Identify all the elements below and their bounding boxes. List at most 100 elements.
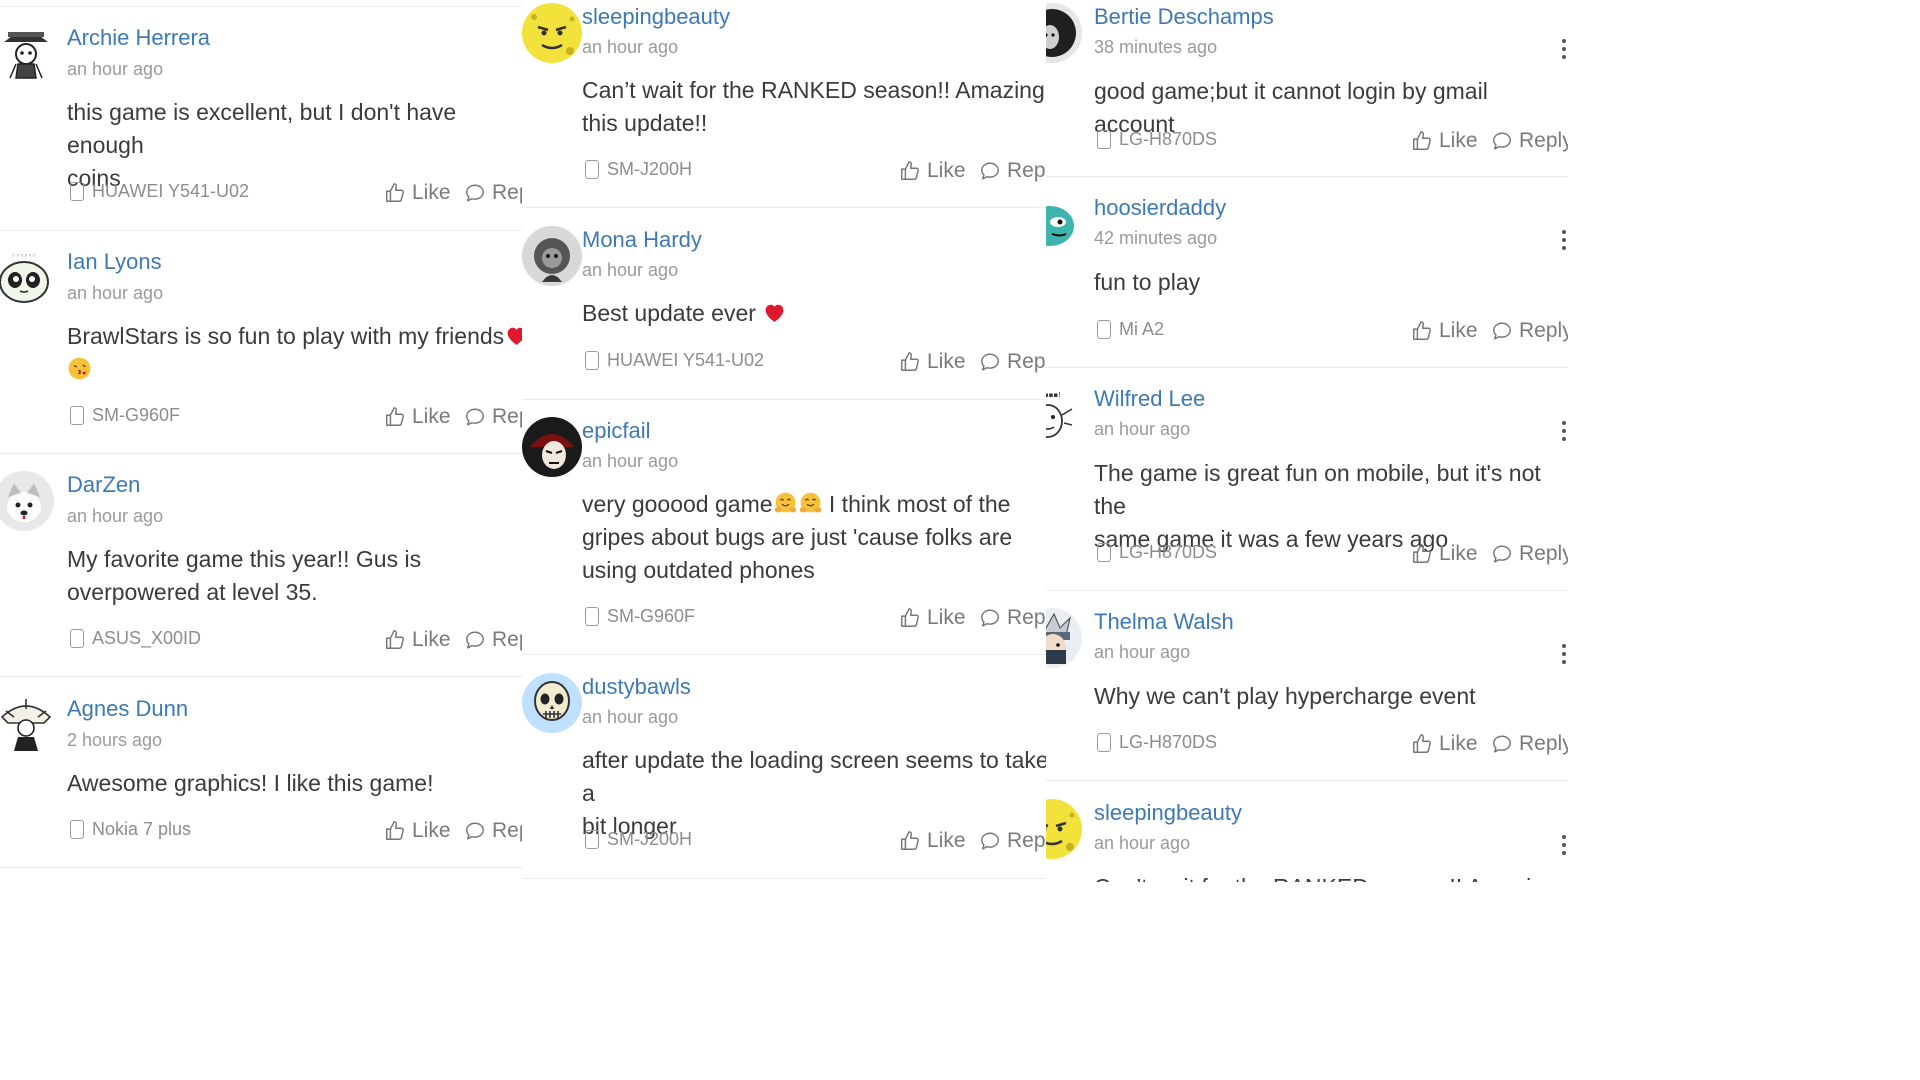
device-label: SM-J200H <box>585 829 692 850</box>
like-button[interactable]: Like <box>1411 732 1478 756</box>
more-vert-icon[interactable] <box>1562 421 1568 441</box>
like-button[interactable]: Like <box>1411 129 1478 153</box>
user-avatar[interactable] <box>0 248 54 308</box>
comment-card: DarZen an hour ago My favorite game this… <box>0 471 522 677</box>
phone-icon <box>1097 543 1111 562</box>
user-avatar[interactable] <box>522 417 582 477</box>
user-avatar[interactable] <box>1046 608 1082 668</box>
device-label: Nokia 7 plus <box>70 819 191 840</box>
like-button[interactable]: Like <box>384 628 451 652</box>
comment-column-2: sleepingbeauty an hour ago Can’t wait fo… <box>522 0 1046 882</box>
username[interactable]: Bertie Deschamps <box>1094 3 1274 31</box>
timestamp: an hour ago <box>582 451 679 471</box>
comment-card: Mona Hardy an hour ago Best update ever … <box>522 226 1046 400</box>
timestamp: 42 minutes ago <box>1094 228 1218 248</box>
user-avatar[interactable] <box>1046 799 1082 859</box>
reply-button[interactable]: Reply <box>1491 542 1568 566</box>
username[interactable]: Wilfred Lee <box>1094 385 1205 413</box>
reply-button[interactable]: Reply <box>1491 129 1568 153</box>
reply-button[interactable]: Reply <box>979 606 1046 630</box>
phone-icon <box>1097 130 1111 149</box>
phone-icon <box>1097 320 1111 339</box>
username[interactable]: Archie Herrera <box>67 24 210 52</box>
like-button[interactable]: Like <box>899 829 966 853</box>
comment-text: fun to play <box>1094 269 1201 295</box>
thumbs-up-icon <box>384 182 406 204</box>
comment-text: very gooood game I think most of the gri… <box>582 491 1013 583</box>
comment-card: Ian Lyons an hour ago BrawlStars is so f… <box>0 248 522 454</box>
like-button[interactable]: Like <box>384 405 451 429</box>
timestamp: an hour ago <box>582 260 679 280</box>
like-button[interactable]: Like <box>1411 319 1478 343</box>
user-avatar[interactable] <box>522 226 582 286</box>
reply-button[interactable]: Reply <box>979 829 1046 853</box>
username[interactable]: Ian Lyons <box>67 248 162 276</box>
like-button[interactable]: Like <box>1411 542 1478 566</box>
like-button[interactable]: Like <box>384 181 451 205</box>
username[interactable]: sleepingbeauty <box>1094 799 1242 827</box>
timestamp: an hour ago <box>582 37 679 57</box>
username[interactable]: Agnes Dunn <box>67 695 188 723</box>
speech-bubble-icon <box>464 182 486 204</box>
like-button[interactable]: Like <box>899 350 966 374</box>
timestamp: an hour ago <box>1094 419 1191 439</box>
phone-icon <box>585 830 599 849</box>
thumbs-up-icon <box>1411 543 1433 565</box>
username[interactable]: Thelma Walsh <box>1094 608 1234 636</box>
user-avatar[interactable] <box>0 695 56 755</box>
thumbs-up-icon <box>384 629 406 651</box>
speech-bubble-icon <box>979 830 1001 852</box>
more-vert-icon[interactable] <box>1562 644 1568 664</box>
reply-button[interactable]: Reply <box>464 628 522 652</box>
timestamp: 2 hours ago <box>67 730 163 750</box>
username[interactable]: hoosierdaddy <box>1094 194 1226 222</box>
username[interactable]: DarZen <box>67 471 140 499</box>
like-button[interactable]: Like <box>899 606 966 630</box>
phone-icon <box>70 406 84 425</box>
reply-button[interactable]: Reply <box>464 181 522 205</box>
username[interactable]: dustybawls <box>582 673 691 701</box>
user-avatar[interactable] <box>0 471 54 531</box>
device-label: ASUS_X00ID <box>70 628 201 649</box>
speech-bubble-icon <box>464 406 486 428</box>
reply-button[interactable]: Reply <box>1491 732 1568 756</box>
device-label: HUAWEI Y541-U02 <box>585 350 764 371</box>
like-button[interactable]: Like <box>384 819 451 843</box>
thumbs-up-icon <box>384 406 406 428</box>
phone-icon <box>70 182 84 201</box>
comment-column-3: Bertie Deschamps 38 minutes ago good gam… <box>1046 0 1568 882</box>
reply-button[interactable]: Reply <box>979 350 1046 374</box>
comment-card: Bertie Deschamps 38 minutes ago good gam… <box>1046 3 1568 177</box>
username[interactable]: Mona Hardy <box>582 226 702 254</box>
more-vert-icon[interactable] <box>1562 230 1568 250</box>
heart-emoji <box>504 323 522 348</box>
username[interactable]: sleepingbeauty <box>582 3 730 31</box>
more-vert-icon[interactable] <box>1562 835 1568 855</box>
like-button[interactable]: Like <box>899 159 966 183</box>
reply-button[interactable]: Reply <box>1491 319 1568 343</box>
username[interactable]: epicfail <box>582 417 650 445</box>
user-avatar[interactable] <box>1046 385 1082 445</box>
reply-button[interactable]: Reply <box>464 819 522 843</box>
user-avatar[interactable] <box>522 673 582 733</box>
reply-button[interactable]: Reply <box>464 405 522 429</box>
user-avatar[interactable] <box>522 3 582 63</box>
speech-bubble-icon <box>464 629 486 651</box>
phone-icon <box>585 607 599 626</box>
speech-bubble-icon <box>979 351 1001 373</box>
comment-card: Archie Herrera an hour ago this game is … <box>0 24 522 231</box>
comment-text: Why we can't play hypercharge event <box>1094 683 1476 709</box>
user-avatar[interactable] <box>1046 194 1082 254</box>
user-avatar[interactable] <box>1046 3 1082 63</box>
device-label: SM-J200H <box>585 159 692 180</box>
comment-card: epicfail an hour ago very gooood game I … <box>522 417 1046 655</box>
speech-bubble-icon <box>464 820 486 842</box>
more-vert-icon[interactable] <box>1562 39 1568 59</box>
comment-card: hoosierdaddy 42 minutes ago fun to play … <box>1046 194 1568 368</box>
device-label: LG-H870DS <box>1097 732 1217 753</box>
thumbs-up-icon <box>899 607 921 629</box>
reply-button[interactable]: Reply <box>979 159 1046 183</box>
user-avatar[interactable] <box>0 24 56 84</box>
comment-card: Thelma Walsh an hour ago Why we can't pl… <box>1046 608 1568 781</box>
phone-icon <box>70 629 84 648</box>
